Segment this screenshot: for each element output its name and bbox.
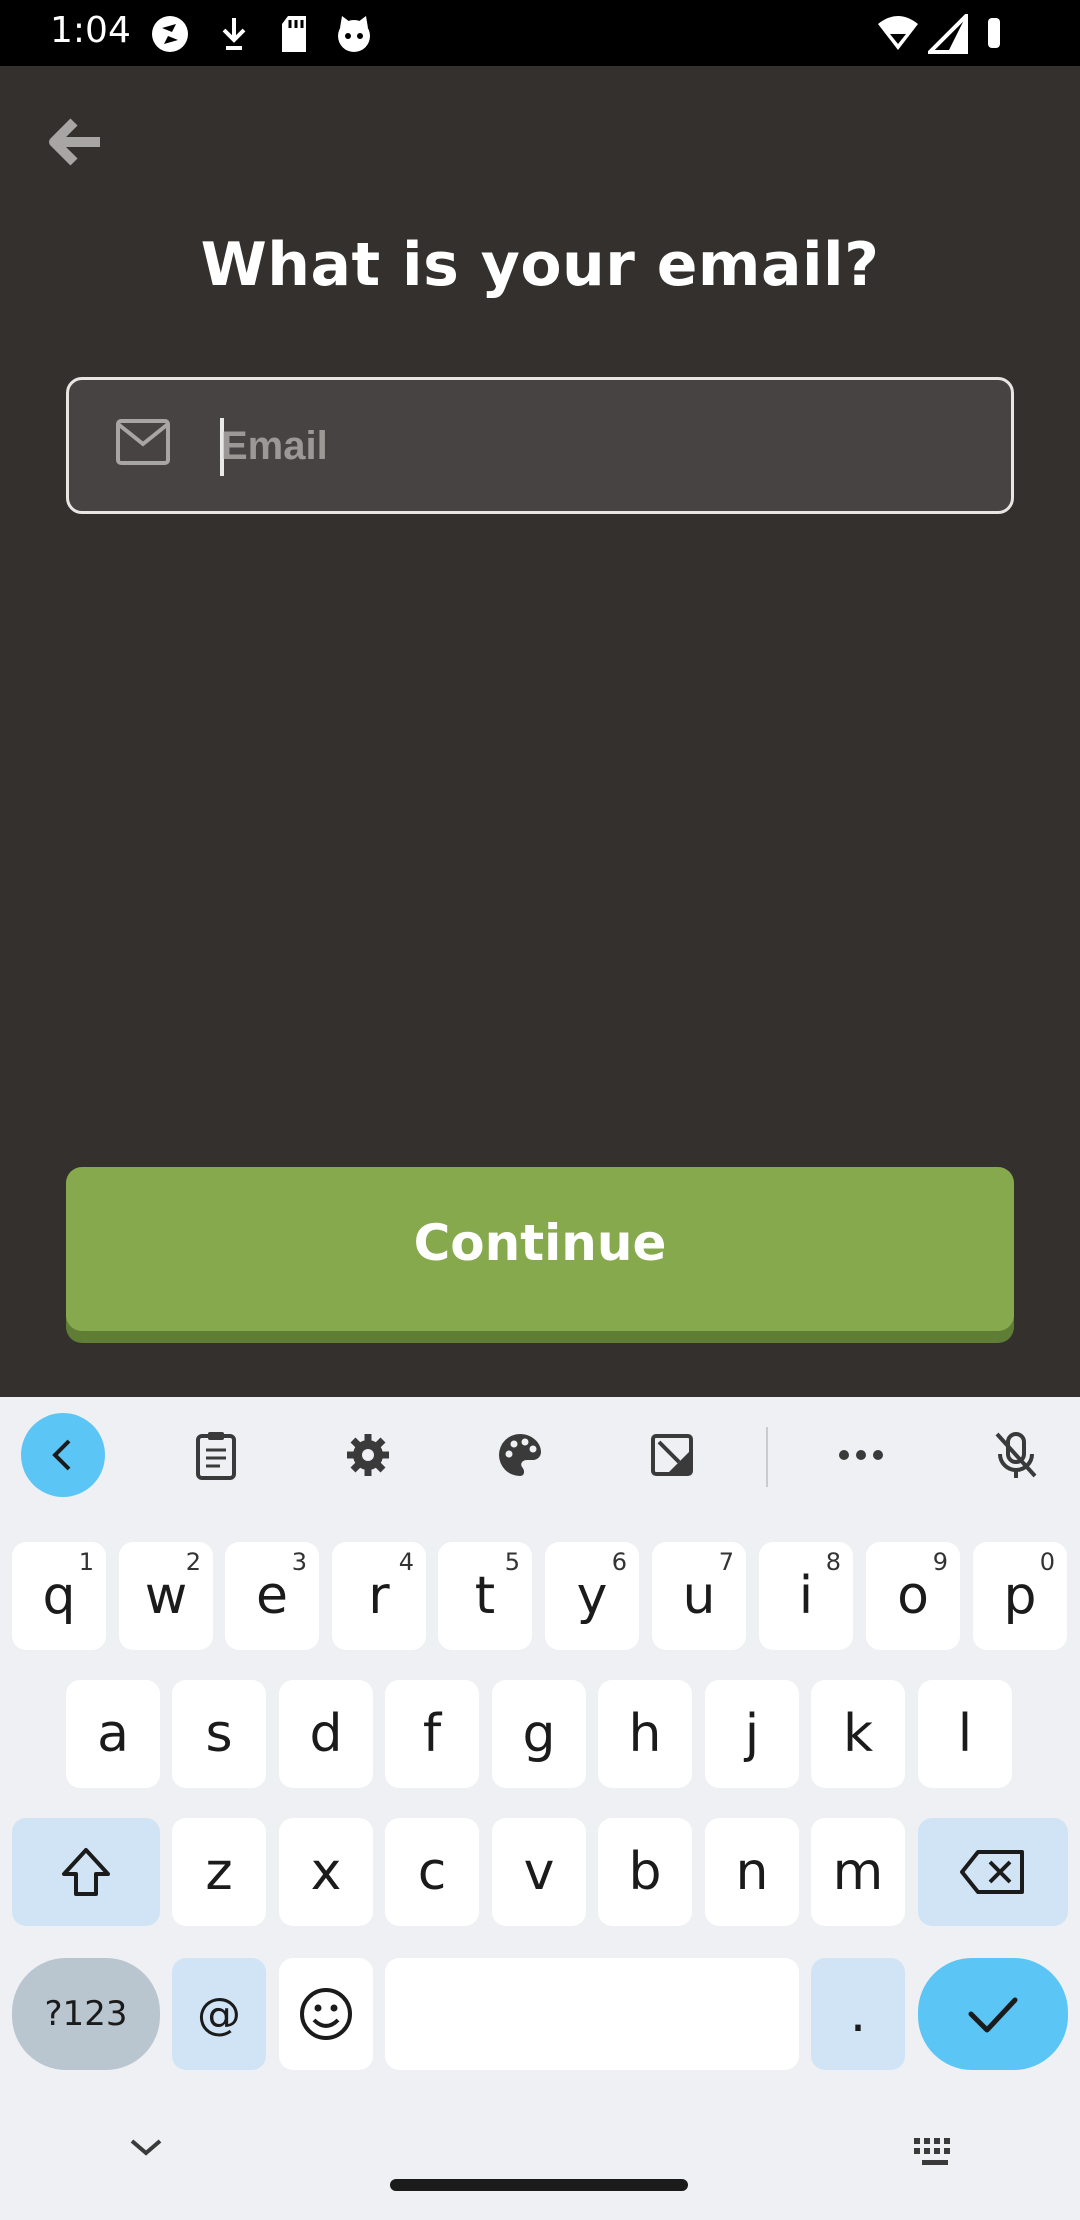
key-y[interactable]: y6: [545, 1542, 639, 1650]
check-icon: [968, 1997, 1018, 2033]
sd-card-icon: [278, 14, 310, 59]
keyboard-switch-icon[interactable]: [912, 2136, 958, 2175]
enter-key[interactable]: [918, 1958, 1068, 2070]
email-field[interactable]: [66, 377, 1014, 514]
sync-icon: [150, 14, 190, 59]
key-a[interactable]: a: [66, 1680, 160, 1788]
page-title: What is your email?: [200, 230, 880, 300]
at-key[interactable]: @: [172, 1958, 266, 2070]
key-b[interactable]: b: [598, 1818, 692, 1926]
chevron-down-icon[interactable]: [126, 2135, 166, 2164]
key-x[interactable]: x: [279, 1818, 373, 1926]
key-d[interactable]: d: [279, 1680, 373, 1788]
chevron-left-icon[interactable]: [21, 1413, 105, 1497]
signal-icon: [925, 11, 968, 59]
emoji-key[interactable]: [279, 1958, 373, 2070]
cat-icon: [334, 14, 374, 59]
arrow-left-icon: [49, 118, 100, 166]
keyboard-toolbar: [0, 1397, 1080, 1517]
backspace-icon: [960, 1850, 1024, 1894]
key-c[interactable]: c: [385, 1818, 479, 1926]
key-e[interactable]: e3: [225, 1542, 319, 1650]
key-u[interactable]: u7: [652, 1542, 746, 1650]
mail-icon: [115, 418, 171, 471]
key-k[interactable]: k: [811, 1680, 905, 1788]
key-h[interactable]: h: [598, 1680, 692, 1788]
download-icon: [216, 14, 252, 59]
backspace-key[interactable]: [918, 1818, 1068, 1926]
key-n[interactable]: n: [705, 1818, 799, 1926]
battery-icon: [984, 14, 1004, 59]
key-g[interactable]: g: [492, 1680, 586, 1788]
palette-icon[interactable]: [478, 1413, 562, 1497]
key-p[interactable]: p0: [973, 1542, 1067, 1650]
more-icon[interactable]: [819, 1413, 903, 1497]
key-r[interactable]: r4: [332, 1542, 426, 1650]
mic-off-icon[interactable]: [974, 1413, 1058, 1497]
wifi-icon: [876, 14, 920, 59]
key-i[interactable]: i8: [759, 1542, 853, 1650]
space-key[interactable]: [385, 1958, 799, 2070]
key-w[interactable]: w2: [119, 1542, 213, 1650]
settings-icon[interactable]: [326, 1413, 410, 1497]
keyboard: q1 w2 e3 r4 t5 y6 u7 i8 o9 p0 a s d f g …: [0, 1397, 1080, 2220]
key-m[interactable]: m: [811, 1818, 905, 1926]
status-time: 1:04: [50, 10, 131, 51]
key-o[interactable]: o9: [866, 1542, 960, 1650]
email-input[interactable]: [221, 408, 981, 484]
symbols-key[interactable]: ?123: [12, 1958, 160, 2070]
key-v[interactable]: v: [492, 1818, 586, 1926]
back-button[interactable]: [40, 112, 112, 172]
period-key[interactable]: .: [811, 1958, 905, 2070]
key-j[interactable]: j: [705, 1680, 799, 1788]
shift-key[interactable]: [12, 1818, 160, 1926]
clipboard-icon[interactable]: [174, 1413, 258, 1497]
toolbar-divider: [766, 1427, 768, 1487]
edit-image-icon[interactable]: [630, 1413, 714, 1497]
key-t[interactable]: t5: [438, 1542, 532, 1650]
key-l[interactable]: l: [918, 1680, 1012, 1788]
shift-icon: [62, 1848, 110, 1896]
status-bar: 1:04: [0, 0, 1080, 66]
continue-button[interactable]: Continue: [66, 1167, 1014, 1331]
key-s[interactable]: s: [172, 1680, 266, 1788]
key-f[interactable]: f: [385, 1680, 479, 1788]
emoji-icon: [300, 1988, 352, 2040]
home-indicator[interactable]: [390, 2179, 688, 2191]
key-q[interactable]: q1: [12, 1542, 106, 1650]
key-z[interactable]: z: [172, 1818, 266, 1926]
